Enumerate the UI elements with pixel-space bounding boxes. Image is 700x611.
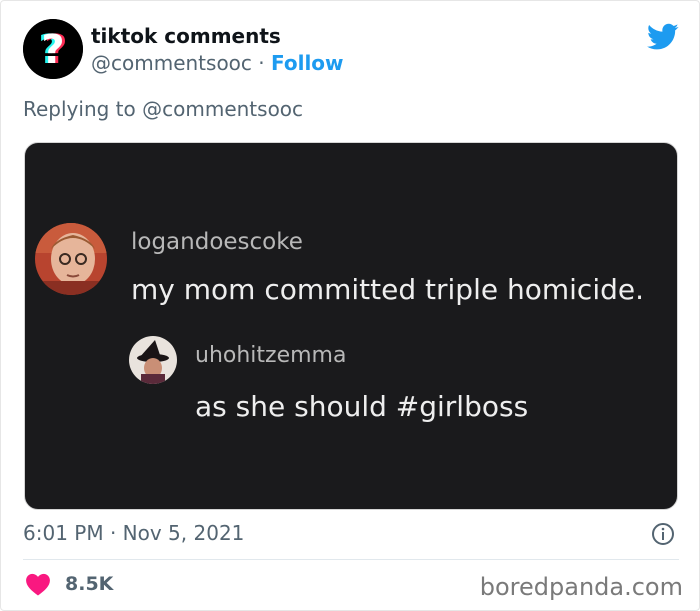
- reply-text: as she should #girlboss: [195, 390, 529, 423]
- twitter-bird-icon[interactable]: [647, 23, 679, 51]
- handle-row: @commentsooc · Follow: [91, 49, 344, 77]
- user-info: tiktok comments @commentsooc · Follow: [91, 23, 344, 77]
- reply-prefix: Replying to: [23, 97, 143, 121]
- svg-text:?: ?: [41, 27, 64, 73]
- comment-text: my mom committed triple homicide.: [131, 273, 644, 306]
- user-handle[interactable]: @commentsooc: [91, 51, 252, 75]
- follow-button[interactable]: Follow: [271, 51, 344, 75]
- display-name[interactable]: tiktok comments: [91, 23, 344, 49]
- like-count: 8.5K: [65, 573, 114, 595]
- heart-icon[interactable]: [25, 572, 51, 596]
- tweet-header: ? ? ? tiktok comments @commentsooc · Fol…: [23, 19, 683, 81]
- tweet-card: ? ? ? tiktok comments @commentsooc · Fol…: [0, 0, 700, 611]
- reply-avatar: [129, 336, 177, 384]
- divider: [23, 559, 679, 560]
- watermark: boredpanda.com: [479, 573, 683, 601]
- comment-username: logandoescoke: [131, 229, 303, 255]
- reply-username: uhohitzemma: [195, 343, 347, 368]
- tweet-timestamp[interactable]: 6:01 PM · Nov 5, 2021: [23, 519, 244, 547]
- like-action[interactable]: 8.5K: [25, 570, 113, 598]
- child-avatar-icon: [35, 223, 107, 295]
- comment-avatar: [35, 223, 107, 295]
- reply-handle[interactable]: @commentsooc: [142, 97, 303, 121]
- avatar[interactable]: ? ? ?: [23, 19, 83, 79]
- witch-avatar-icon: [129, 336, 177, 384]
- tweet-media[interactable]: logandoescoke my mom committed triple ho…: [24, 142, 678, 510]
- info-icon[interactable]: [651, 522, 675, 546]
- reply-context: Replying to @commentsooc: [23, 95, 303, 123]
- question-mark-logo-icon: ? ? ?: [23, 19, 83, 79]
- separator: ·: [251, 51, 271, 75]
